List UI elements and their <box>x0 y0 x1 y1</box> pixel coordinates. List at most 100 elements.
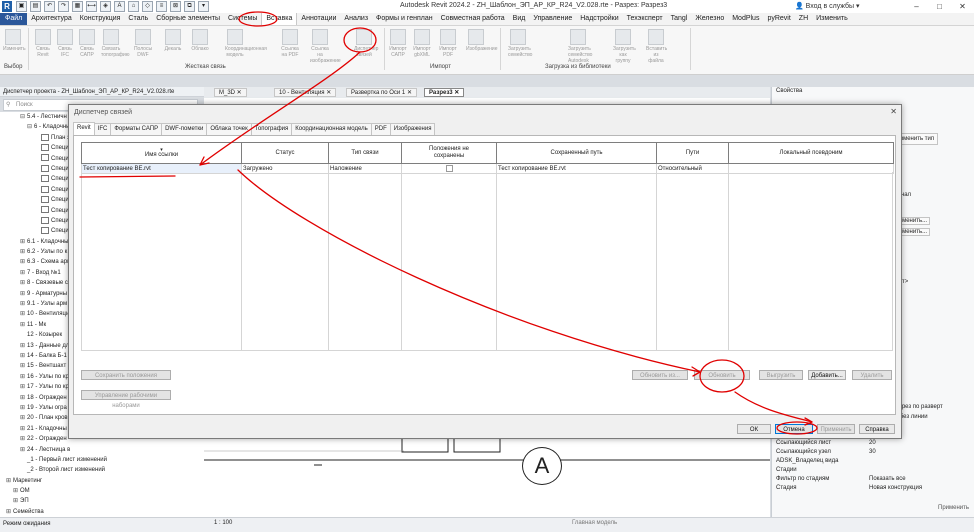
expand-icon[interactable]: ⊞ <box>20 299 27 309</box>
property-row[interactable]: Фильтр по стадиям Показать все <box>776 475 972 484</box>
unload-button[interactable]: Выгрузить <box>759 370 803 380</box>
close-tab-icon[interactable]: ✕ <box>235 90 242 96</box>
dialog-tab-7[interactable]: PDF <box>370 123 391 135</box>
ribbon-button-15[interactable]: Изображение <box>466 29 498 52</box>
expand-icon[interactable]: ⊞ <box>20 382 27 392</box>
dialog-tab-2[interactable]: Форматы САПР <box>110 123 163 135</box>
print-icon[interactable]: ▦ <box>72 1 83 12</box>
save-icon[interactable]: ▤ <box>30 1 41 12</box>
close-button[interactable]: ✕ <box>951 0 974 13</box>
redo-icon[interactable]: ↷ <box>58 1 69 12</box>
active-model[interactable]: Главная модель <box>572 520 617 526</box>
properties-apply[interactable]: Применить <box>938 505 969 511</box>
property-row[interactable]: Ссылающийся лист 20 <box>776 439 972 448</box>
close-tab-icon[interactable]: ✕ <box>453 90 459 96</box>
expand-icon[interactable]: ⊞ <box>20 361 27 371</box>
ribbon-button-19[interactable]: Вставить из файла <box>646 29 667 64</box>
menu-tab-10[interactable]: Совместная работа <box>437 13 509 25</box>
ribbon-button-3[interactable]: Связь САПР <box>77 29 97 58</box>
menu-tab-12[interactable]: Управление <box>529 13 576 25</box>
add-link-button[interactable]: Добавить... <box>808 370 846 380</box>
remove-link-button[interactable]: Удалить <box>852 370 892 380</box>
reload-button[interactable]: Обновить <box>694 370 750 380</box>
ribbon-button-11[interactable]: Диспетчер связей <box>354 29 378 58</box>
ribbon-button-12[interactable]: Импорт САПР <box>388 29 408 58</box>
save-positions-button[interactable]: Сохранить положения <box>81 370 171 380</box>
property-row[interactable]: Ссылающийся узел 30 <box>776 448 972 457</box>
switch-windows-icon[interactable]: ⧉ <box>184 1 195 12</box>
minimize-button[interactable]: – <box>905 0 928 13</box>
menu-tab-17[interactable]: ModPlus <box>728 13 763 25</box>
dialog-tab-4[interactable]: Облака точек <box>206 123 252 135</box>
close-tab-icon[interactable]: ✕ <box>325 90 331 96</box>
doc-tab-1[interactable]: 10 - Вентиляция ✕ <box>274 88 337 97</box>
ribbon-group-label-2[interactable]: Импорт <box>430 64 451 70</box>
open-icon[interactable]: ▣ <box>16 1 27 12</box>
expand-icon[interactable]: ⊞ <box>20 351 27 361</box>
expand-icon[interactable]: ⊞ <box>13 496 20 506</box>
ribbon-group-label-1[interactable]: Жесткая связь <box>185 64 226 70</box>
dialog-tab-8[interactable]: Изображения <box>389 123 436 135</box>
ribbon-button-16[interactable]: Загрузить семейство <box>508 29 532 58</box>
manage-worksets-button[interactable]: Управление рабочими наборами <box>81 390 171 409</box>
expand-icon[interactable]: ⊞ <box>20 393 27 403</box>
dialog-tab-3[interactable]: DWF-пометки <box>161 123 208 135</box>
view-scale[interactable]: 1 : 100 <box>214 520 232 526</box>
close-views-icon[interactable]: ⊠ <box>170 1 181 12</box>
ribbon-button-0[interactable]: Изменить <box>3 29 26 52</box>
menu-tab-9[interactable]: Формы и генплан <box>372 13 437 25</box>
expand-icon[interactable]: ⊞ <box>20 413 27 423</box>
grid-bubble[interactable]: A <box>522 447 562 485</box>
property-row[interactable]: Стадия Новая конструкция <box>776 484 972 493</box>
ribbon-button-8[interactable]: Координационная модель <box>225 29 267 58</box>
dialog-tab-6[interactable]: Координационная модель <box>291 123 372 135</box>
expand-icon[interactable]: ⊞ <box>20 237 27 247</box>
tree-item[interactable]: ⊞ ОМ <box>0 486 204 496</box>
maximize-button[interactable]: □ <box>928 0 951 13</box>
collapse-icon[interactable]: ⊟ <box>27 122 34 132</box>
tree-item[interactable]: ⊞ ЭП <box>0 496 204 506</box>
ribbon-button-4[interactable]: Связать топографию <box>101 29 130 58</box>
ok-button[interactable]: ОК <box>737 424 771 434</box>
menu-tab-20[interactable]: Изменить <box>812 13 852 25</box>
sign-in-link[interactable]: 👤 Вход в службы ▾ <box>795 2 860 10</box>
tree-item[interactable]: ⊞ 24 - Лестница в <box>0 445 204 455</box>
ribbon-button-7[interactable]: Облако <box>190 29 210 52</box>
expand-icon[interactable]: ⊞ <box>6 476 13 486</box>
ribbon-button-2[interactable]: Связь IFC <box>55 29 75 58</box>
menu-tab-3[interactable]: Сталь <box>124 13 152 25</box>
ribbon-group-label-0[interactable]: Выбор <box>4 64 22 70</box>
dialog-close-icon[interactable]: ✕ <box>890 107 897 116</box>
menu-tab-6[interactable]: Вставка <box>261 13 298 25</box>
dialog-tab-5[interactable]: Топография <box>250 123 293 135</box>
ribbon-button-17[interactable]: Загрузить семейство Autodesk <box>568 29 592 64</box>
expand-icon[interactable]: ⊞ <box>20 320 27 330</box>
revit-logo-icon[interactable]: R <box>2 1 12 12</box>
expand-icon[interactable]: ⊞ <box>20 278 27 288</box>
expand-icon[interactable]: ⊞ <box>20 289 27 299</box>
positions-unsaved-checkbox[interactable] <box>445 164 453 172</box>
menu-tab-15[interactable]: Tangl <box>667 13 692 25</box>
reload-from-button[interactable]: Обновить из... <box>632 370 688 380</box>
customize-icon[interactable]: ▾ <box>198 1 209 12</box>
menu-tab-8[interactable]: Анализ <box>340 13 372 25</box>
expand-icon[interactable]: ⊞ <box>20 445 27 455</box>
property-row[interactable]: ADSK_Владелец вида <box>776 457 972 466</box>
expand-icon[interactable]: ⊞ <box>6 507 13 517</box>
expand-icon[interactable]: ⊞ <box>20 268 27 278</box>
thin-lines-icon[interactable]: ≡ <box>156 1 167 12</box>
menu-tab-13[interactable]: Надстройки <box>576 13 622 25</box>
property-row[interactable]: Стадии <box>776 466 972 475</box>
expand-icon[interactable]: ⊞ <box>20 424 27 434</box>
col-positions-unsaved[interactable]: Положения не сохранены <box>401 142 497 164</box>
menu-tab-7[interactable]: Аннотации <box>297 13 340 25</box>
doc-tab-3[interactable]: Разрез3 ✕ <box>424 88 465 97</box>
ribbon-group-label-3[interactable]: Загрузка из библиотеки <box>545 64 611 70</box>
menu-tab-16[interactable]: Железно <box>691 13 728 25</box>
expand-icon[interactable]: ⊞ <box>20 341 27 351</box>
dialog-tab-1[interactable]: IFC <box>93 123 112 135</box>
cancel-button[interactable]: Отмена <box>775 424 813 434</box>
menu-tab-4[interactable]: Сборные элементы <box>152 13 224 25</box>
tree-item[interactable]: ⊞ Семейства <box>0 507 204 517</box>
menu-tab-19[interactable]: ZH <box>795 13 812 25</box>
